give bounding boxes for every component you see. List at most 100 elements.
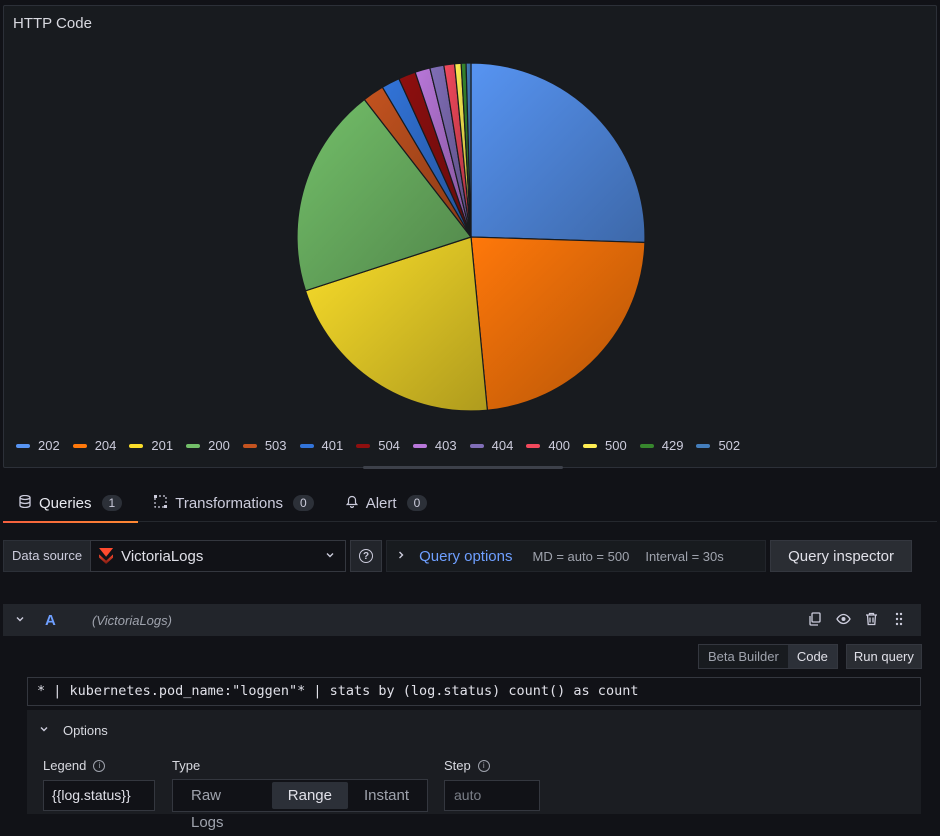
tab-transformations-label: Transformations	[175, 494, 284, 512]
legend-item-403[interactable]: 403	[412, 438, 457, 453]
options-title: Options	[63, 723, 108, 738]
query-row-header: A (VictoriaLogs)	[3, 604, 921, 636]
legend-label: 503	[264, 438, 287, 453]
legend-label: 200	[208, 438, 230, 453]
editor-tabs: Queries 1 Transformations 0 Alert 0	[3, 484, 937, 523]
drag-handle-icon[interactable]	[885, 612, 913, 629]
datasource-help-button[interactable]: ?	[350, 540, 383, 572]
legend-item-401[interactable]: 401	[299, 438, 343, 453]
tab-queries[interactable]: Queries 1	[3, 484, 139, 523]
options-toggle[interactable]: Options	[39, 723, 108, 738]
datasource-picker[interactable]: VictoriaLogs	[90, 540, 347, 572]
legend-label: 500	[605, 438, 627, 453]
legend-label: 400	[548, 438, 571, 453]
chevron-down-icon	[39, 724, 49, 737]
legend-swatch	[583, 443, 598, 448]
legend-label: 201	[151, 438, 174, 453]
legend-label: 403	[434, 438, 457, 453]
legend-item-400[interactable]: 400	[526, 438, 570, 453]
chart-legend: 202 204 201 200 503 401 504 403 404 400 500 429 502	[16, 438, 753, 453]
legend-item-404[interactable]: 404	[469, 438, 514, 453]
tab-alert-count: 0	[406, 495, 428, 511]
tab-transformations-count: 0	[293, 495, 314, 511]
max-data-points: MD = auto = 500	[532, 548, 630, 564]
legend-label: 404	[491, 438, 514, 453]
legend-swatch	[72, 443, 87, 448]
type-label-text: Type	[172, 758, 201, 773]
query-options-label: Query options	[419, 547, 513, 565]
query-editor[interactable]: * | kubernetes.pod_name:"loggen"* | stat…	[27, 677, 921, 706]
legend-field-label: Legend i	[43, 758, 106, 773]
legend-label: 202	[38, 438, 60, 453]
builder-mode-button[interactable]: Beta Builder	[699, 645, 788, 668]
legend-label-text: Legend	[43, 758, 87, 773]
step-field-label: Step i	[444, 758, 490, 773]
code-mode-button[interactable]: Code	[787, 645, 837, 668]
legend-item-204[interactable]: 204	[72, 438, 117, 453]
legend-swatch	[16, 443, 30, 448]
legend-label: 502	[718, 438, 741, 453]
tab-transformations[interactable]: Transformations 0	[138, 484, 330, 522]
pie-slice-202[interactable]	[470, 62, 646, 244]
editor-mode-row: Beta Builder Code Run query	[698, 644, 922, 669]
duplicate-query-icon[interactable]	[801, 611, 829, 629]
query-options-section: Options Legend i {{log.status}} Type Raw…	[27, 710, 921, 831]
datasource-label: Data source	[3, 540, 91, 572]
bell-icon	[345, 495, 358, 511]
eye-icon[interactable]	[829, 612, 857, 629]
pie-slice-204[interactable]	[470, 236, 646, 411]
type-raw-logs-button[interactable]: Raw Logs	[175, 782, 272, 831]
run-query-button[interactable]: Run query	[845, 644, 922, 669]
legend-item-201[interactable]: 201	[129, 438, 173, 453]
query-ref-id[interactable]: A	[45, 612, 75, 629]
query-options-toggle[interactable]: Query options MD = auto = 500 Interval =…	[386, 540, 767, 572]
chevron-down-icon	[325, 550, 335, 563]
legend-swatch	[129, 443, 144, 448]
legend-label: 204	[94, 438, 117, 453]
tab-queries-count: 1	[101, 495, 123, 511]
datasource-row: Data source VictoriaLogs ? Query options…	[3, 540, 937, 572]
legend-swatch	[299, 443, 314, 448]
pie-chart	[296, 62, 646, 412]
editor-mode-toggle: Beta Builder Code	[698, 644, 838, 669]
legend-label: 429	[661, 438, 684, 453]
database-icon	[19, 494, 31, 511]
query-datasource-name: (VictoriaLogs)	[92, 612, 172, 628]
victorialogs-logo-icon	[99, 548, 114, 564]
legend-swatch	[526, 443, 541, 448]
collapse-query-icon[interactable]	[15, 614, 29, 627]
legend-item-429[interactable]: 429	[639, 438, 684, 453]
legend-item-200[interactable]: 200	[186, 438, 230, 453]
interval-value: Interval = 30s	[645, 548, 724, 564]
legend-item-502[interactable]: 502	[696, 438, 740, 453]
question-icon: ?	[359, 549, 374, 563]
info-icon[interactable]: i	[477, 759, 490, 772]
step-label-text: Step	[444, 758, 471, 773]
query-inspector-button[interactable]: Query inspector	[770, 540, 913, 572]
legend-item-503[interactable]: 503	[242, 438, 287, 453]
panel-resize-handle[interactable]	[363, 466, 563, 469]
transform-icon	[154, 495, 168, 511]
trash-icon[interactable]	[857, 612, 885, 629]
info-icon[interactable]: i	[93, 759, 106, 772]
legend-item-504[interactable]: 504	[356, 438, 400, 453]
legend-swatch	[186, 443, 201, 448]
type-field-label: Type	[172, 758, 200, 773]
legend-swatch	[412, 443, 427, 448]
tab-alert-label: Alert	[365, 494, 397, 512]
type-instant-button[interactable]: Instant	[348, 782, 425, 809]
tab-alert[interactable]: Alert 0	[330, 484, 444, 522]
legend-input[interactable]: {{log.status}}	[43, 780, 155, 811]
panel-title: HTTP Code	[13, 15, 92, 32]
datasource-selected: VictoriaLogs	[121, 547, 204, 565]
legend-item-202[interactable]: 202	[16, 438, 60, 453]
query-type-toggle: Raw Logs Range Instant	[172, 779, 428, 831]
legend-swatch	[639, 443, 654, 448]
type-range-button[interactable]: Range	[271, 782, 348, 809]
legend-swatch	[696, 443, 711, 448]
legend-swatch	[469, 443, 484, 448]
step-input[interactable]: auto	[444, 780, 540, 811]
legend-label: 504	[378, 438, 400, 453]
legend-swatch	[242, 443, 257, 448]
legend-item-500[interactable]: 500	[583, 438, 627, 453]
